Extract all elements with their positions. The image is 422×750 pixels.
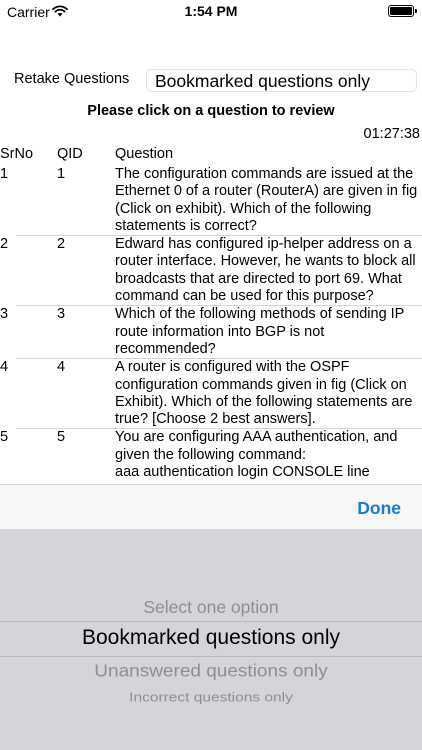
table-row[interactable]: 5 5 You are configuring AAA authenticati… <box>0 429 422 481</box>
table-header: SrNo QID Question <box>0 146 422 166</box>
row-qid: 5 <box>57 429 66 446</box>
filter-select-field[interactable]: Bookmarked questions only <box>146 69 417 92</box>
table-row[interactable]: 2 2 Edward has configured ip-helper addr… <box>0 236 422 305</box>
picker-option[interactable]: Incorrect questions only <box>0 691 422 706</box>
header-question: Question <box>115 146 174 162</box>
status-time: 1:54 PM <box>184 3 238 19</box>
questions-table: SrNo QID Question 1 1 The configuration … <box>0 146 422 484</box>
battery-icon <box>388 5 417 17</box>
battery-nub <box>415 9 417 13</box>
row-srno: 1 <box>0 166 9 182</box>
selection-line-bottom <box>0 656 422 657</box>
battery-fill <box>390 7 412 15</box>
elapsed-timer: 01:27:38 <box>363 126 420 142</box>
retake-questions-label: Retake Questions <box>14 71 130 87</box>
row-question: A router is configured with the OSPF con… <box>115 359 413 428</box>
row-question: You are configuring AAA authentication, … <box>115 429 398 481</box>
picker-toolbar: Done <box>0 484 422 529</box>
table-row[interactable]: 4 4 A router is configured with the OSPF… <box>0 359 422 428</box>
row-question: Which of the following methods of sendin… <box>115 306 405 357</box>
table-row[interactable]: 1 1 The configuration commands are issue… <box>0 166 422 235</box>
row-srno: 3 <box>0 306 9 323</box>
selection-line-top <box>0 621 422 622</box>
picker-option[interactable]: Unanswered questions only <box>0 662 422 682</box>
row-qid: 2 <box>57 236 66 253</box>
picker-option-selected[interactable]: Bookmarked questions only <box>0 626 422 650</box>
picker-option[interactable]: Select one option <box>0 597 422 618</box>
row-srno: 2 <box>0 236 9 253</box>
header-qid: QID <box>57 146 83 162</box>
table-row[interactable]: 3 3 Which of the following methods of se… <box>0 306 422 358</box>
option-picker-wheel[interactable]: Select one option Bookmarked questions o… <box>0 529 422 750</box>
done-button[interactable]: Done <box>357 498 401 519</box>
review-instruction: Please click on a question to review <box>87 103 335 119</box>
row-qid: 3 <box>57 306 66 323</box>
row-qid: 1 <box>57 166 66 182</box>
status-bar: Carrier 1:54 PM <box>0 0 422 24</box>
row-question: The configuration commands are issued at… <box>115 166 418 234</box>
row-srno: 4 <box>0 359 9 376</box>
row-question: Edward has configured ip-helper address … <box>115 236 416 305</box>
header-srno: SrNo <box>0 146 34 162</box>
row-qid: 4 <box>57 359 66 376</box>
row-srno: 5 <box>0 429 9 446</box>
